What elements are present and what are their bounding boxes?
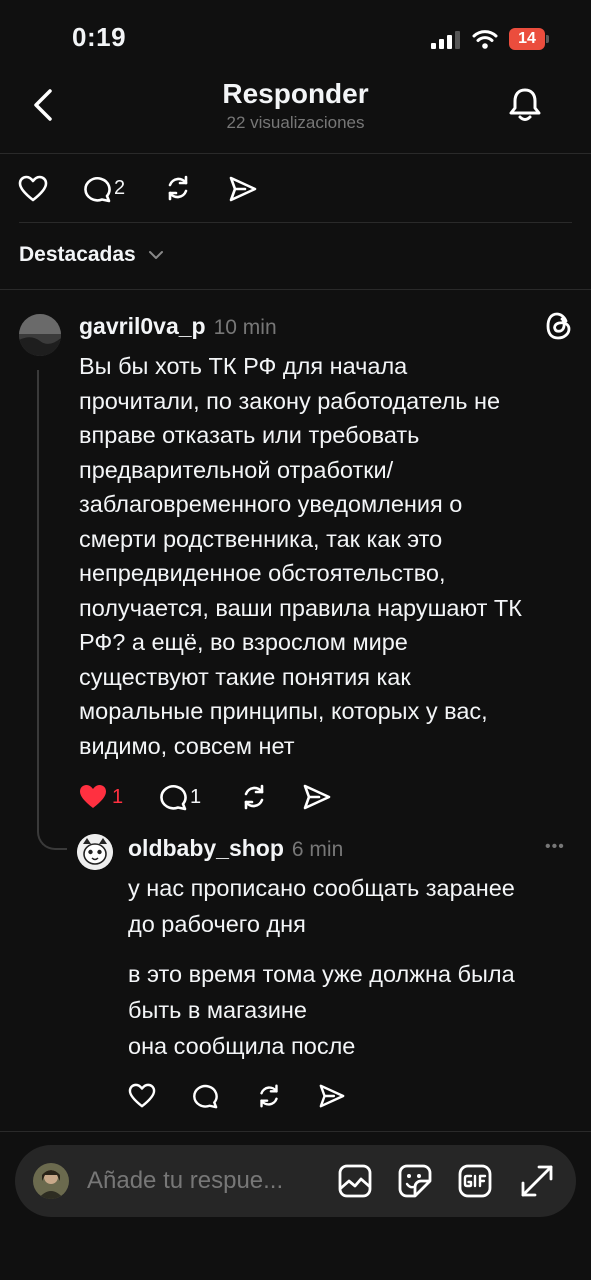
comment-icon[interactable]: [191, 1083, 219, 1109]
gif-icon[interactable]: [457, 1163, 493, 1199]
reply-avatar[interactable]: [77, 834, 113, 870]
sticker-icon[interactable]: [397, 1163, 433, 1199]
header-divider: [0, 153, 591, 154]
avatar[interactable]: [19, 314, 61, 356]
thread-line: [37, 370, 39, 825]
reply-header: oldbaby_shop 6 min: [128, 835, 343, 862]
signal-icon: [431, 31, 460, 49]
thread-connector: [37, 818, 67, 850]
sort-divider: [0, 289, 591, 290]
reply-username[interactable]: oldbaby_shop: [128, 835, 284, 861]
image-icon[interactable]: [337, 1163, 373, 1199]
heart-icon[interactable]: [18, 175, 48, 203]
battery-indicator: 14: [509, 28, 549, 50]
view-count: 22 visualizaciones: [226, 113, 365, 132]
sort-dropdown[interactable]: Destacadas: [19, 243, 164, 267]
actions-divider: [19, 222, 572, 223]
liked-heart-icon[interactable]: [78, 783, 108, 811]
comment-icon[interactable]: [158, 783, 188, 811]
reply-input[interactable]: Añade tu respue...: [87, 1167, 283, 1195]
expand-icon[interactable]: [519, 1163, 555, 1199]
repost-icon[interactable]: [163, 173, 193, 203]
reply-time: 6 min: [291, 838, 344, 861]
comment-text: Вы бы хоть ТК РФ для начала прочитали, п…: [79, 353, 522, 759]
comment-time: 10 min: [213, 316, 277, 339]
comment-header: gavril0va_p 10 min: [79, 313, 277, 340]
comment-reply-count: 1: [190, 786, 202, 808]
post-reply-count: 2: [114, 177, 126, 199]
comment-username[interactable]: gavril0va_p: [79, 313, 206, 339]
share-icon[interactable]: [228, 175, 258, 203]
reply-text: у нас прописано сообщать заранее до рабо…: [128, 875, 515, 1059]
sort-label: Destacadas: [19, 243, 136, 266]
comment-like-count: 1: [112, 786, 124, 808]
repost-icon[interactable]: [255, 1082, 283, 1110]
heart-icon[interactable]: [128, 1083, 156, 1109]
bell-icon[interactable]: [508, 86, 542, 124]
threads-logo-icon[interactable]: [546, 311, 574, 341]
wifi-icon: [472, 30, 498, 49]
chevron-down-icon: [148, 251, 163, 260]
share-icon[interactable]: [318, 1083, 346, 1109]
comment-icon[interactable]: [82, 175, 112, 203]
status-time: 0:19: [72, 22, 127, 52]
share-icon[interactable]: [302, 783, 332, 811]
repost-icon[interactable]: [239, 782, 269, 812]
page-title: Responder: [222, 78, 369, 109]
more-options-icon[interactable]: •••: [545, 838, 565, 856]
user-avatar: [33, 1163, 69, 1199]
reply-divider: [0, 1131, 591, 1132]
